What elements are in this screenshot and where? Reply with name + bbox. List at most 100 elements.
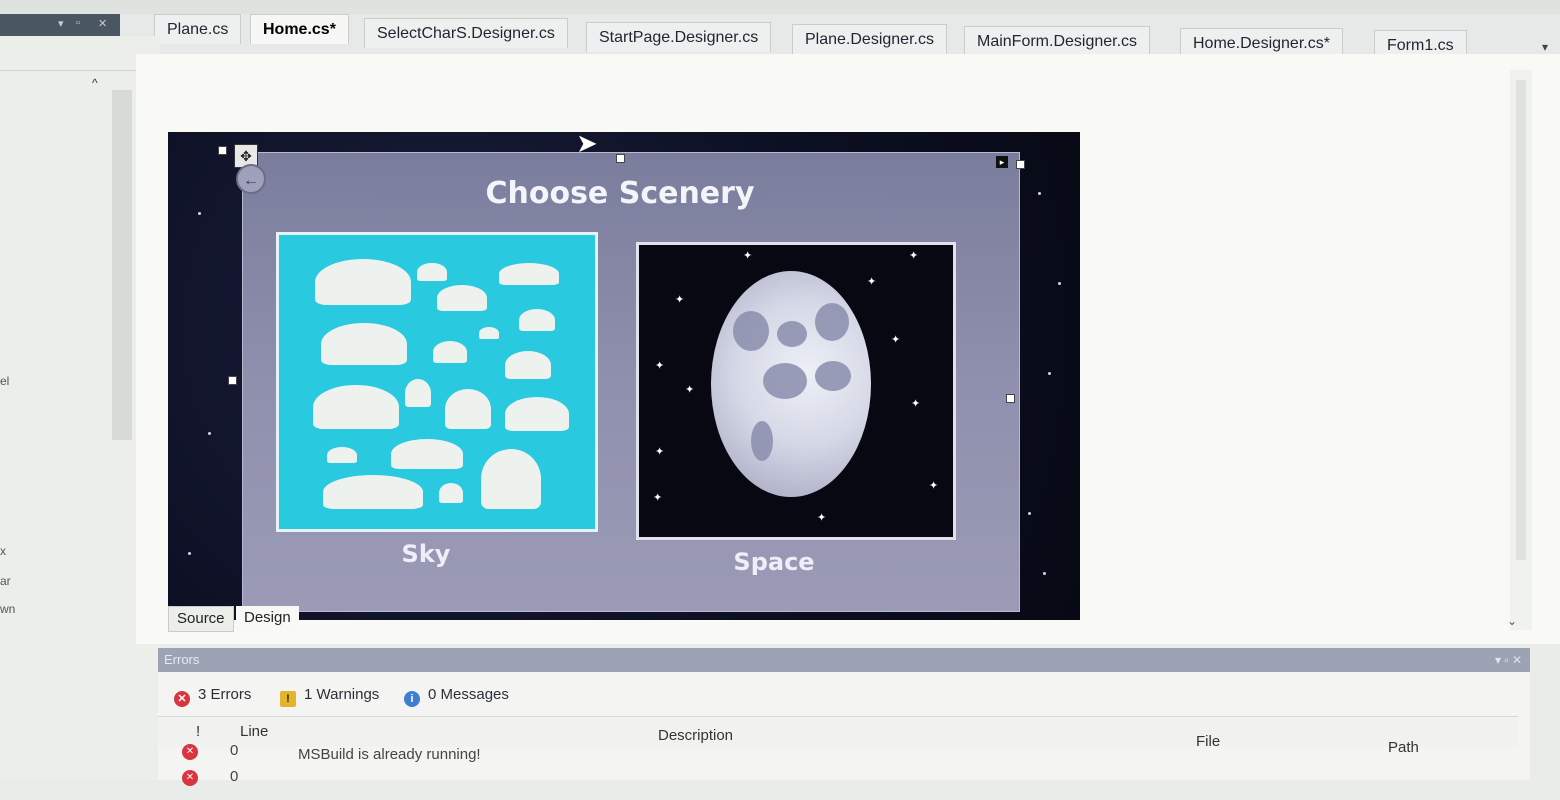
tab-startpage-designer-cs[interactable]: StartPage.Designer.cs (586, 22, 772, 52)
resize-handle[interactable] (228, 376, 237, 385)
document-tab-strip: Plane.cs Home.cs* SelectCharS.Designer.c… (120, 14, 1560, 60)
scroll-down-icon[interactable]: ⌄ (1507, 614, 1517, 628)
sparkle-icon: ✦ (655, 446, 665, 458)
space-label[interactable]: Space (714, 548, 834, 576)
smart-tag-icon[interactable]: ▸ (996, 156, 1008, 168)
resize-handle[interactable] (1016, 160, 1025, 169)
resize-handle[interactable] (1006, 394, 1015, 403)
errors-count: 3 Errors (198, 686, 252, 703)
scroll-up-icon[interactable]: ^ (92, 76, 98, 90)
warning-icon: ! (280, 691, 296, 707)
tab-home-cs[interactable]: Home.cs* (250, 14, 349, 44)
sparkle-icon: ✦ (653, 492, 663, 504)
tab-selectchars-designer-cs[interactable]: SelectCharS.Designer.cs (364, 18, 568, 48)
sparkle-icon: ✦ (675, 294, 685, 306)
error-list-header: ! Line Description File Path (158, 716, 1518, 756)
crater (733, 311, 769, 351)
sky-label[interactable]: Sky (376, 540, 476, 568)
error-icon: ✕ (182, 770, 198, 786)
designer-scrollbar[interactable] (1510, 70, 1532, 630)
star (1058, 282, 1061, 285)
crater (815, 361, 851, 391)
cloud (479, 327, 499, 339)
cloud (405, 379, 431, 407)
cloud (323, 475, 423, 509)
errors-filter-button[interactable]: ✕ 3 Errors (174, 684, 252, 707)
sparkle-icon: ✦ (911, 398, 921, 410)
tab-mainform-designer-cs[interactable]: MainForm.Designer.cs (964, 26, 1151, 56)
messages-count: 0 Messages (428, 686, 509, 703)
divider (0, 70, 150, 71)
scroll-thumb[interactable] (1516, 80, 1526, 560)
form-title: Choose Scenery (485, 176, 755, 211)
left-fragment: x (0, 544, 6, 558)
sparkle-icon: ✦ (909, 250, 919, 262)
close-icon[interactable]: ✕ (98, 17, 107, 30)
cloud (481, 449, 541, 509)
sparkle-icon: ✦ (867, 276, 877, 288)
column-severity[interactable]: ! (196, 723, 200, 740)
mouse-cursor-icon: ➤ (576, 128, 598, 158)
star (1048, 372, 1051, 375)
sparkle-icon: ✦ (817, 512, 827, 524)
space-option-card[interactable]: ✦ ✦ ✦ ✦ ✦ ✦ ✦ ✦ ✦ ✦ ✦ ✦ (636, 242, 956, 540)
left-fragment: ar (0, 574, 11, 588)
top-menu-strip (0, 0, 1560, 14)
warnings-count: 1 Warnings (304, 686, 380, 703)
left-scrollbar[interactable] (112, 90, 132, 440)
cloud (505, 397, 569, 431)
error-list-toolbar: ✕ 3 Errors ! 1 Warnings i 0 Messages (158, 680, 1530, 710)
sparkle-icon: ✦ (929, 480, 939, 492)
sparkle-icon: ✦ (655, 360, 665, 372)
star (198, 212, 201, 215)
cloud (313, 385, 399, 429)
tab-overflow-icon[interactable]: ▾ (1542, 40, 1548, 54)
column-description[interactable]: Description (658, 727, 733, 744)
cloud (321, 323, 407, 365)
tab-design[interactable]: Design (236, 606, 299, 630)
cloud (439, 483, 463, 503)
cloud (519, 309, 555, 331)
sparkle-icon: ✦ (743, 250, 753, 262)
error-list-title-bar: Errors ▾ ▫ ✕ (158, 648, 1530, 672)
cloud (315, 259, 411, 305)
crater (763, 363, 807, 399)
cloud (327, 447, 357, 463)
sparkle-icon: ✦ (685, 384, 695, 396)
star (1038, 192, 1041, 195)
dropdown-icon[interactable]: ▾ (58, 17, 64, 30)
tool-window-title-bar: ▾ ▫ ✕ (0, 14, 120, 36)
tab-plane-cs[interactable]: Plane.cs (154, 14, 242, 44)
sparkle-icon: ✦ (891, 334, 901, 346)
row-line: 0 (230, 742, 239, 759)
cloud (505, 351, 551, 379)
table-row[interactable]: ✕ 0 (158, 768, 1518, 800)
crater (751, 421, 773, 461)
cloud (499, 263, 559, 285)
back-button[interactable]: ← (236, 164, 266, 194)
cloud (391, 439, 463, 469)
error-list-title: Errors (164, 652, 200, 667)
cloud (437, 285, 487, 311)
star (1043, 572, 1046, 575)
cloud (433, 341, 467, 363)
messages-filter-button[interactable]: i 0 Messages (404, 684, 509, 707)
tab-plane-designer-cs[interactable]: Plane.Designer.cs (792, 24, 947, 54)
crater (777, 321, 807, 347)
back-arrow-icon: ← (243, 172, 259, 189)
warnings-filter-button[interactable]: ! 1 Warnings (280, 684, 380, 707)
resize-handle[interactable] (616, 154, 625, 163)
row-line: 0 (230, 768, 239, 785)
tab-source[interactable]: Source (168, 606, 234, 632)
star (188, 552, 191, 555)
table-row[interactable]: ✕ 0 MSBuild is already running! (158, 742, 1518, 774)
crater (815, 303, 849, 341)
sky-option-card[interactable] (276, 232, 598, 532)
pin-icon[interactable]: ▫ (76, 17, 80, 29)
column-line[interactable]: Line (240, 723, 268, 740)
left-fragment: wn (0, 602, 16, 616)
window-controls-icon[interactable]: ▾ ▫ ✕ (1495, 648, 1522, 672)
cloud (445, 389, 491, 429)
moon-image (711, 271, 871, 497)
resize-handle[interactable] (218, 146, 227, 155)
